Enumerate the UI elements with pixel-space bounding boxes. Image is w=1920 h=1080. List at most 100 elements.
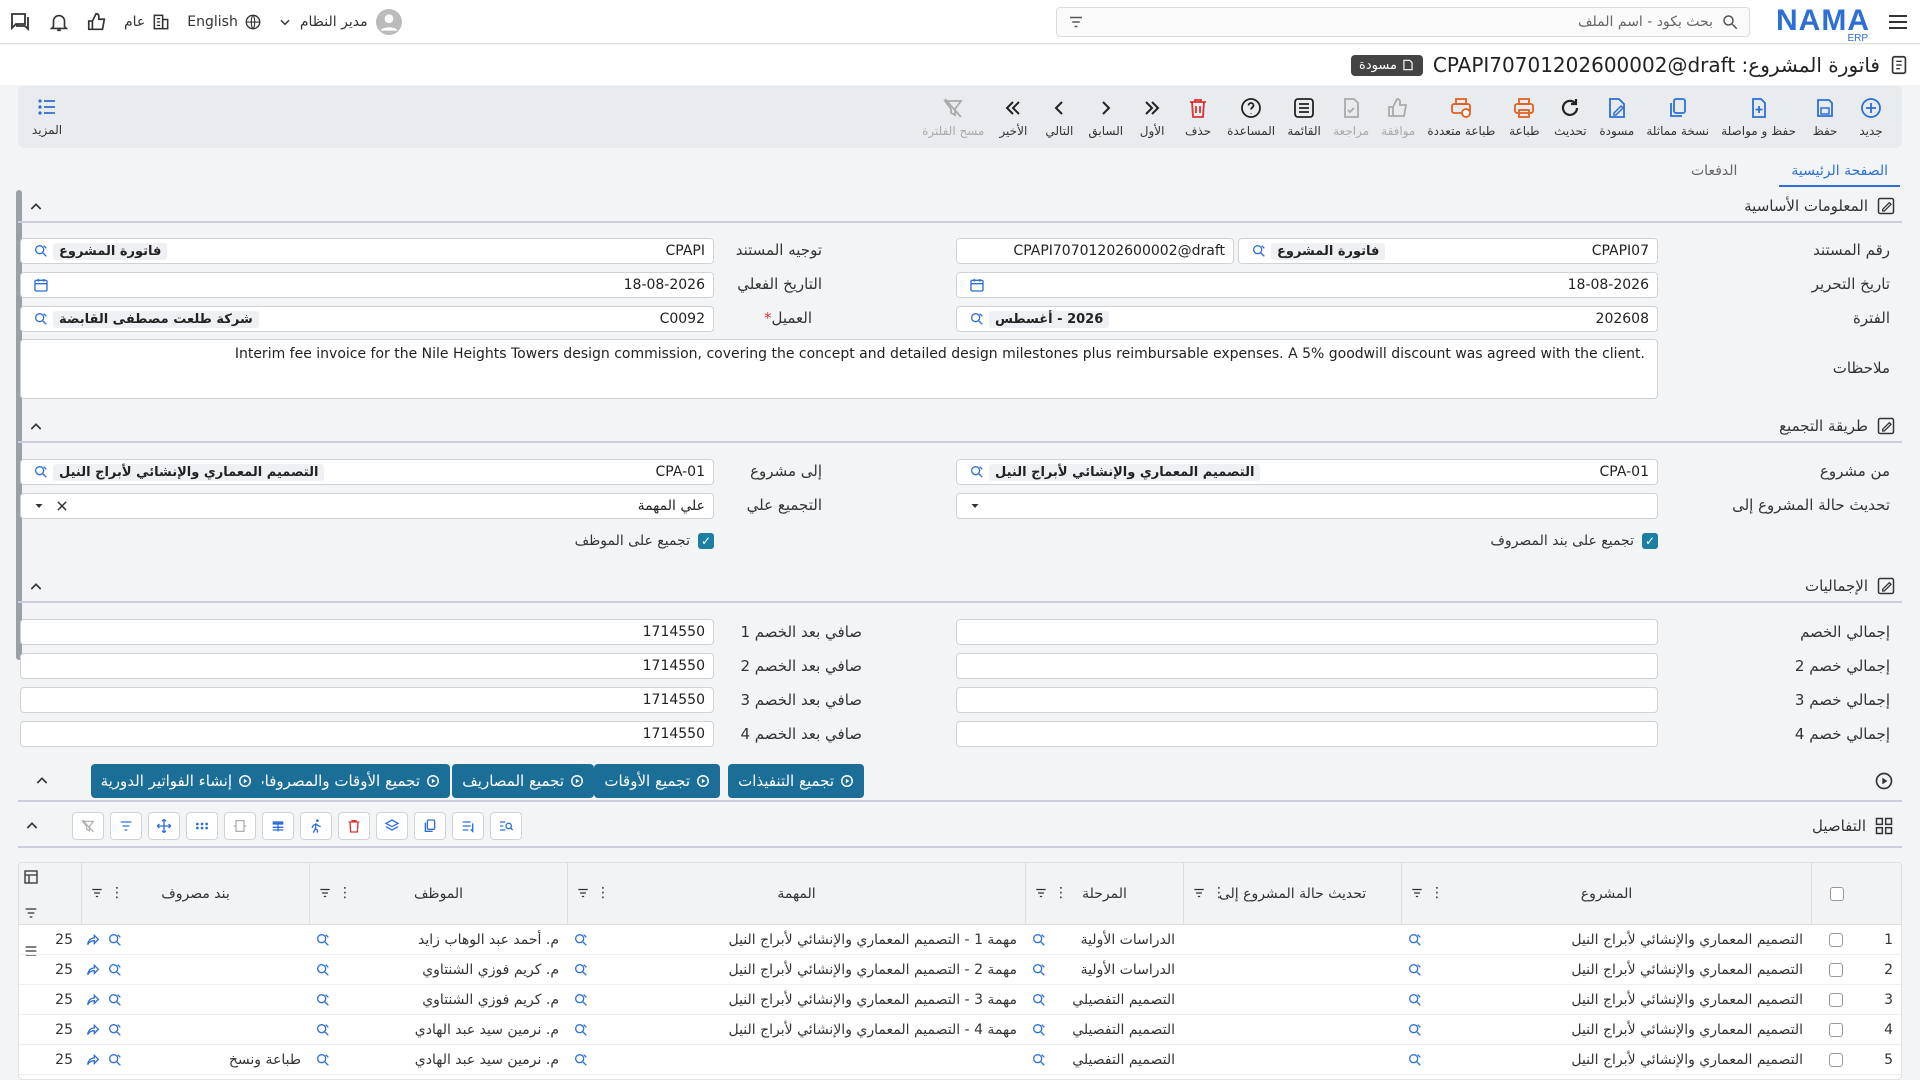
lookup-icon[interactable] [1407,992,1423,1008]
list-button[interactable]: القائمة [1281,87,1327,147]
column-menu-icon[interactable]: ⋮ [1034,885,1068,901]
chevron-up-icon[interactable] [28,419,44,435]
chevron-up-icon[interactable] [24,818,40,834]
cell-project[interactable]: التصميم المعماري والإنشائي لأبراج النيل [1401,1015,1811,1045]
from-project-field[interactable]: CPA-01 التصميم المعماري والإنشائي لأبراج… [956,459,1658,485]
last-record-button[interactable]: الأخير [990,87,1036,147]
total-discount-field[interactable] [956,619,1658,645]
lookup-icon[interactable] [1407,932,1423,948]
messages-icon[interactable] [0,0,40,44]
hamburger-menu-icon[interactable] [1886,10,1910,34]
cell-expense[interactable] [81,985,309,1015]
lookup-icon[interactable] [33,243,49,259]
lookup-icon[interactable] [315,962,331,978]
refresh-button[interactable]: تحديث [1547,87,1593,147]
total-discount3-field[interactable] [956,687,1658,713]
chevron-up-icon[interactable] [28,579,44,595]
row-checkbox[interactable] [1811,985,1861,1015]
company-selector[interactable]: عام [116,0,179,44]
group-on-select[interactable]: علي المهمة [20,493,714,519]
cell-employee[interactable]: م. كريم فوزي الشنتاوي [309,985,567,1015]
global-search[interactable]: بحث بكود - اسم الملف [1056,7,1750,37]
lookup-icon[interactable] [573,1022,589,1038]
duplicate-button[interactable]: نسخة مماثلة [1640,87,1715,147]
lookup-icon[interactable] [1407,1052,1423,1068]
group-times-expenses-button[interactable]: تجميع الأوقات والمصروفات [240,764,450,798]
lookup-icon[interactable] [107,1022,123,1038]
new-button[interactable]: جديد [1848,87,1894,147]
dropdown-arrow-icon[interactable] [33,500,45,512]
row-checkbox[interactable] [1811,1015,1861,1045]
doc-no-type-field[interactable]: CPAPI07 فاتورة المشروع [1238,238,1658,264]
lookup-icon[interactable] [1031,1052,1047,1068]
section-grouping[interactable]: طريقة التجميع [18,411,1902,443]
approve-button[interactable]: موافقة [1375,87,1421,147]
sort-icon[interactable] [452,812,484,840]
cell-status[interactable] [1183,955,1401,985]
delete-row-icon[interactable] [338,812,370,840]
delete-button[interactable]: حذف [1175,87,1221,147]
next-record-button[interactable]: التالي [1036,87,1082,147]
cell-expense[interactable]: طباعة ونسخ [81,1045,309,1075]
to-project-field[interactable]: CPA-01 التصميم المعماري والإنشائي لأبراج… [20,459,714,485]
layers-icon[interactable] [376,812,408,840]
create-periodic-invoices-button[interactable]: إنشاء الفواتير الدورية [90,764,262,798]
net1-field[interactable]: 1714550 [20,619,714,645]
lookup-icon[interactable] [1031,1022,1047,1038]
cell-expense[interactable] [81,955,309,985]
tab-main[interactable]: الصفحة الرئيسية [1779,157,1900,187]
previous-record-button[interactable]: السابق [1082,87,1129,147]
notifications-icon[interactable] [40,0,78,44]
lookup-icon[interactable] [573,962,589,978]
column-header-status[interactable]: تحديث حالة المشروع إلى ⋮ [1183,863,1401,925]
cell-status[interactable] [1183,1045,1401,1075]
table-row[interactable]: 4 التصميم المعماري والإنشائي لأبراج النيل… [19,1015,1901,1045]
direction-field[interactable]: CPAPI فاتورة المشروع [20,238,714,264]
lookup-icon[interactable] [1031,932,1047,948]
lookup-icon[interactable] [969,311,985,327]
play-circle-icon[interactable] [1874,771,1894,791]
multi-print-button[interactable]: طباعة متعددة [1421,87,1501,147]
edit-date-field[interactable]: 18-08-2026 [956,272,1658,298]
update-status-select[interactable] [956,493,1658,519]
language-selector[interactable]: English [179,0,270,44]
cell-employee[interactable]: م. كريم فوزي الشنتاوي [309,955,567,985]
section-basic-info[interactable]: المعلومات الأساسية [18,191,1902,223]
column-menu-icon[interactable]: ⋮ [576,885,610,901]
more-button[interactable]: المزيد [24,86,70,146]
share-icon[interactable] [85,1052,101,1068]
lookup-icon[interactable] [33,311,49,327]
lookup-icon[interactable] [315,932,331,948]
search-list-icon[interactable] [490,812,522,840]
move-icon[interactable] [148,812,180,840]
lookup-icon[interactable] [1251,243,1267,259]
doc-no-value-field[interactable]: CPAPI70701202600002@draft [956,238,1234,264]
cell-employee[interactable]: م. أحمد عبد الوهاب زايد [309,925,567,955]
chevron-up-icon[interactable] [34,773,50,789]
cell-project[interactable]: التصميم المعماري والإنشائي لأبراج النيل [1401,925,1811,955]
lookup-icon[interactable] [573,932,589,948]
actual-date-field[interactable]: 18-08-2026 [20,272,714,298]
row-checkbox[interactable] [1811,955,1861,985]
section-totals[interactable]: الإجماليات [18,571,1902,603]
filter-icon[interactable] [1067,13,1085,31]
cell-phase[interactable]: التصميم التفصيلي [1025,1045,1183,1075]
cell-project[interactable]: التصميم المعماري والإنشائي لأبراج النيل [1401,1045,1811,1075]
clear-filter-button[interactable]: مسح الفلترة [916,87,990,147]
save-button[interactable]: حفظ [1802,87,1848,147]
total-discount2-field[interactable] [956,653,1658,679]
cell-expense[interactable] [81,925,309,955]
share-icon[interactable] [85,932,101,948]
lookup-icon[interactable] [969,464,985,480]
column-header-phase[interactable]: المرحلة ⋮ [1025,863,1183,925]
cell-status[interactable] [1183,1015,1401,1045]
logo[interactable]: NAMA ERP [1776,4,1870,44]
cell-project[interactable]: التصميم المعماري والإنشائي لأبراج النيل [1401,955,1811,985]
row-checkbox[interactable] [1811,1045,1861,1075]
group-expenses-button[interactable]: تجميع المصاريف [452,764,594,798]
cell-expense[interactable] [81,1015,309,1045]
cell-task[interactable]: مهمة 3 - التصميم المعماري والإنشائي لأبر… [567,985,1025,1015]
dropdown-arrow-icon[interactable] [969,500,981,512]
lookup-icon[interactable] [315,1022,331,1038]
column-header-task[interactable]: المهمة ⋮ [567,863,1025,925]
